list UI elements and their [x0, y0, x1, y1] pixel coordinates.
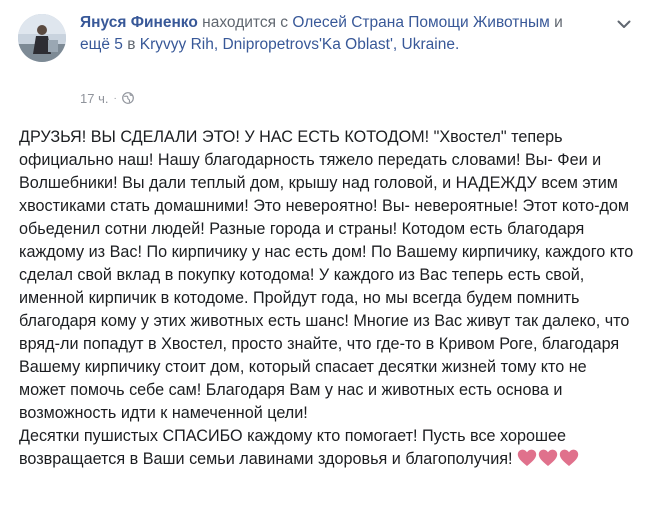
post-body-text: ДРУЗЬЯ! ВЫ СДЕЛАЛИ ЭТО! У НАС ЕСТЬ КОТОД…	[19, 128, 634, 468]
avatar-photo	[18, 14, 66, 62]
others-link[interactable]: ещё 5	[80, 36, 123, 53]
heart-icon	[559, 449, 578, 466]
heart-emojis	[517, 449, 580, 474]
heart-icon	[538, 449, 557, 466]
author-name-link[interactable]: Януся Финенко	[80, 14, 198, 31]
facebook-post: Януся Финенко находится с Олесей Страна …	[0, 0, 650, 509]
author-avatar[interactable]	[18, 14, 66, 62]
meta-separator: ·	[113, 92, 117, 104]
location-link[interactable]: Kryvyy Rih, Dnipropetrovs'Ka Oblast', Uk…	[140, 36, 459, 53]
with-prefix: находится с	[202, 14, 289, 31]
timestamp-link[interactable]: 17 ч.	[80, 91, 108, 106]
tagged-person-link[interactable]: Олесей Страна Помощи Животным	[292, 14, 549, 31]
globe-icon[interactable]	[121, 92, 134, 104]
post-body: ДРУЗЬЯ! ВЫ СДЕЛАЛИ ЭТО! У НАС ЕСТЬ КОТОД…	[19, 126, 634, 474]
heart-icon	[517, 449, 536, 466]
in-text: в	[127, 36, 136, 53]
chevron-down-icon	[617, 20, 631, 28]
post-header: Януся Финенко находится с Олесей Страна …	[80, 12, 585, 56]
post-options-button[interactable]	[614, 14, 634, 34]
and-text: и	[554, 14, 563, 31]
post-meta: 17 ч. ·	[80, 90, 134, 106]
